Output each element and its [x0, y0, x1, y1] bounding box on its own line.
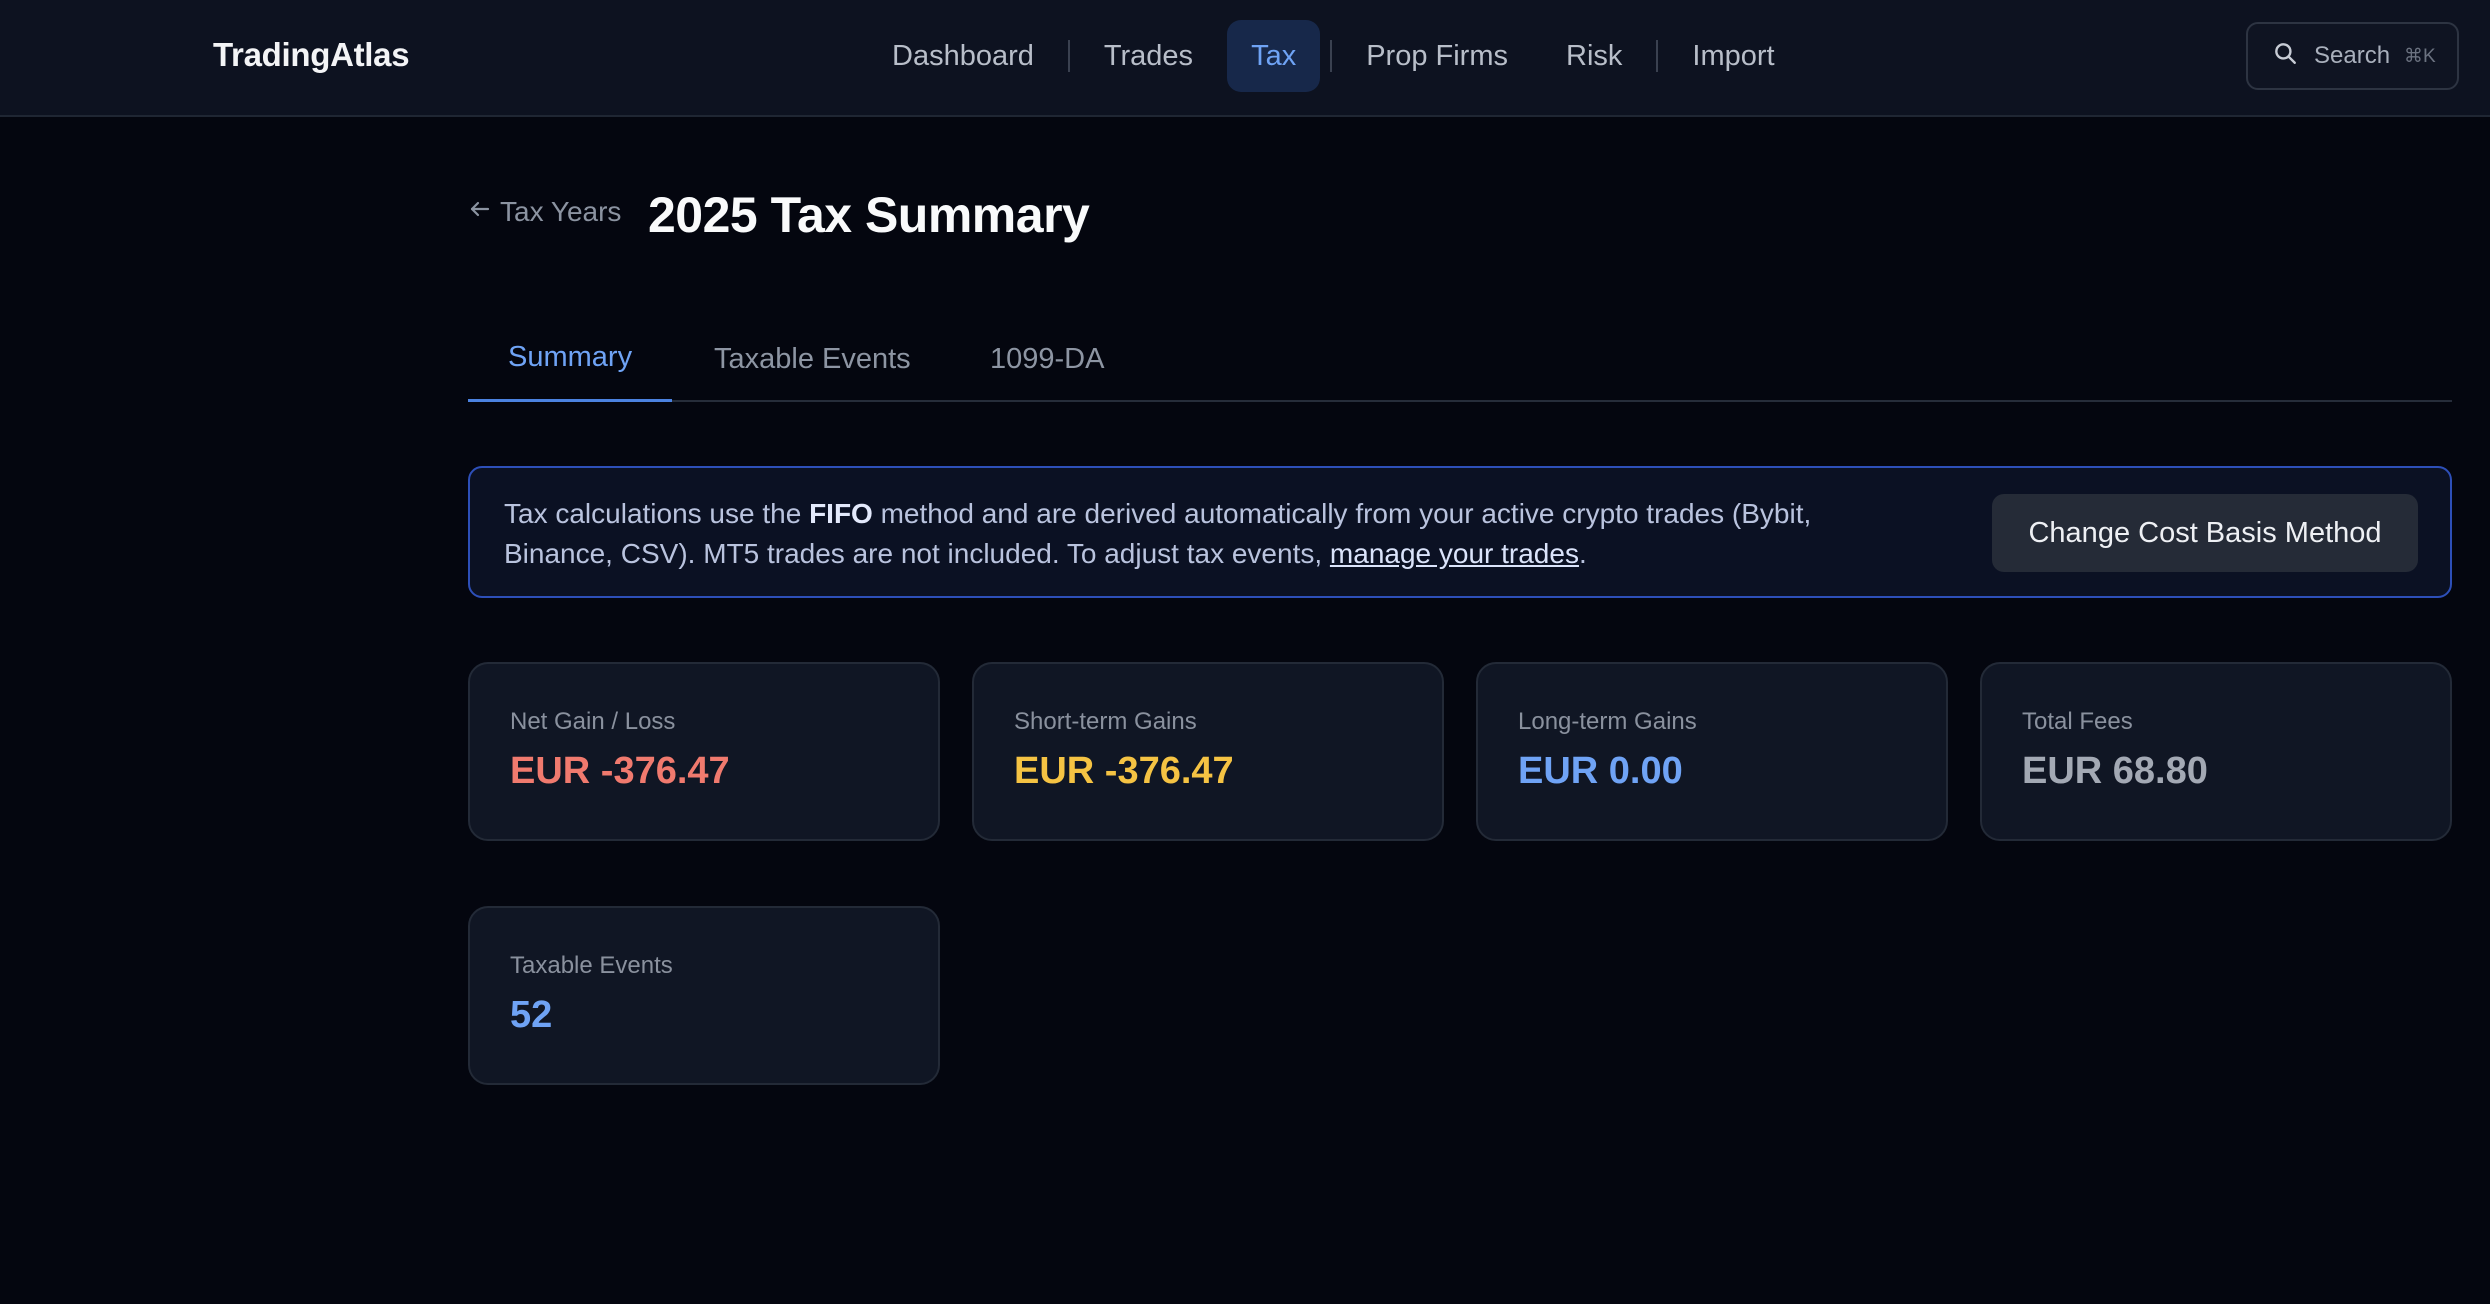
stat-card-short-term: Short-term Gains EUR -376.47 — [972, 662, 1444, 841]
cost-basis-method: FIFO — [809, 498, 873, 529]
stat-card-long-term: Long-term Gains EUR 0.00 — [1476, 662, 1948, 841]
main-nav: Dashboard Trades Tax Prop Firms Risk Imp… — [868, 20, 1799, 92]
back-link[interactable]: Tax Years — [468, 196, 621, 228]
nav-item-dashboard[interactable]: Dashboard — [868, 20, 1058, 92]
stat-label: Taxable Events — [510, 952, 673, 979]
nav-item-trades[interactable]: Trades — [1080, 20, 1217, 92]
nav-item-tax[interactable]: Tax — [1227, 20, 1321, 92]
nav-divider — [1656, 40, 1659, 72]
stat-value: EUR 0.00 — [1518, 750, 1683, 792]
stat-card-total-fees: Total Fees EUR 68.80 — [1980, 662, 2452, 841]
stat-value: EUR -376.47 — [1014, 750, 1234, 792]
arrow-left-icon — [468, 196, 500, 228]
banner-text-part: Tax calculations use the — [504, 498, 810, 529]
tab-taxable-events[interactable]: Taxable Events — [674, 316, 951, 402]
nav-divider — [1330, 40, 1333, 72]
brand-logo[interactable]: TradingAtlas — [213, 36, 410, 74]
nav-divider — [1067, 40, 1070, 72]
stat-card-net-gain: Net Gain / Loss EUR -376.47 — [468, 662, 940, 841]
page-title: 2025 Tax Summary — [648, 187, 1090, 243]
stat-value: EUR -376.47 — [510, 750, 730, 792]
nav-item-risk[interactable]: Risk — [1542, 20, 1646, 92]
banner-text-part: . — [1578, 538, 1587, 569]
stat-value: EUR 68.80 — [2022, 750, 2208, 792]
info-banner: Tax calculations use the FIFO method and… — [468, 466, 2452, 598]
top-navbar: TradingAtlas Dashboard Trades Tax Prop F… — [0, 0, 2490, 117]
tab-summary[interactable]: Summary — [468, 316, 673, 402]
tab-bar: Summary Taxable Events 1099-DA — [468, 316, 2452, 402]
stat-label: Short-term Gains — [1014, 708, 1197, 735]
back-link-label: Tax Years — [500, 196, 622, 227]
stat-label: Long-term Gains — [1518, 708, 1697, 735]
stat-label: Total Fees — [2022, 708, 2133, 735]
tab-1099-da[interactable]: 1099-DA — [950, 316, 1144, 402]
nav-item-import[interactable]: Import — [1668, 20, 1798, 92]
search-icon — [2272, 40, 2314, 73]
nav-item-prop-firms[interactable]: Prop Firms — [1342, 20, 1532, 92]
stat-card-taxable-events: Taxable Events 52 — [468, 906, 940, 1085]
search-button[interactable]: Search ⌘K — [2246, 22, 2459, 90]
search-label: Search — [2314, 42, 2391, 69]
manage-trades-link[interactable]: manage your trades — [1330, 538, 1579, 569]
stat-label: Net Gain / Loss — [510, 708, 676, 735]
stat-value: 52 — [510, 994, 553, 1036]
change-cost-basis-button[interactable]: Change Cost Basis Method — [1992, 494, 2418, 572]
banner-text: Tax calculations use the FIFO method and… — [504, 494, 1924, 574]
search-shortcut: ⌘K — [2404, 45, 2436, 67]
